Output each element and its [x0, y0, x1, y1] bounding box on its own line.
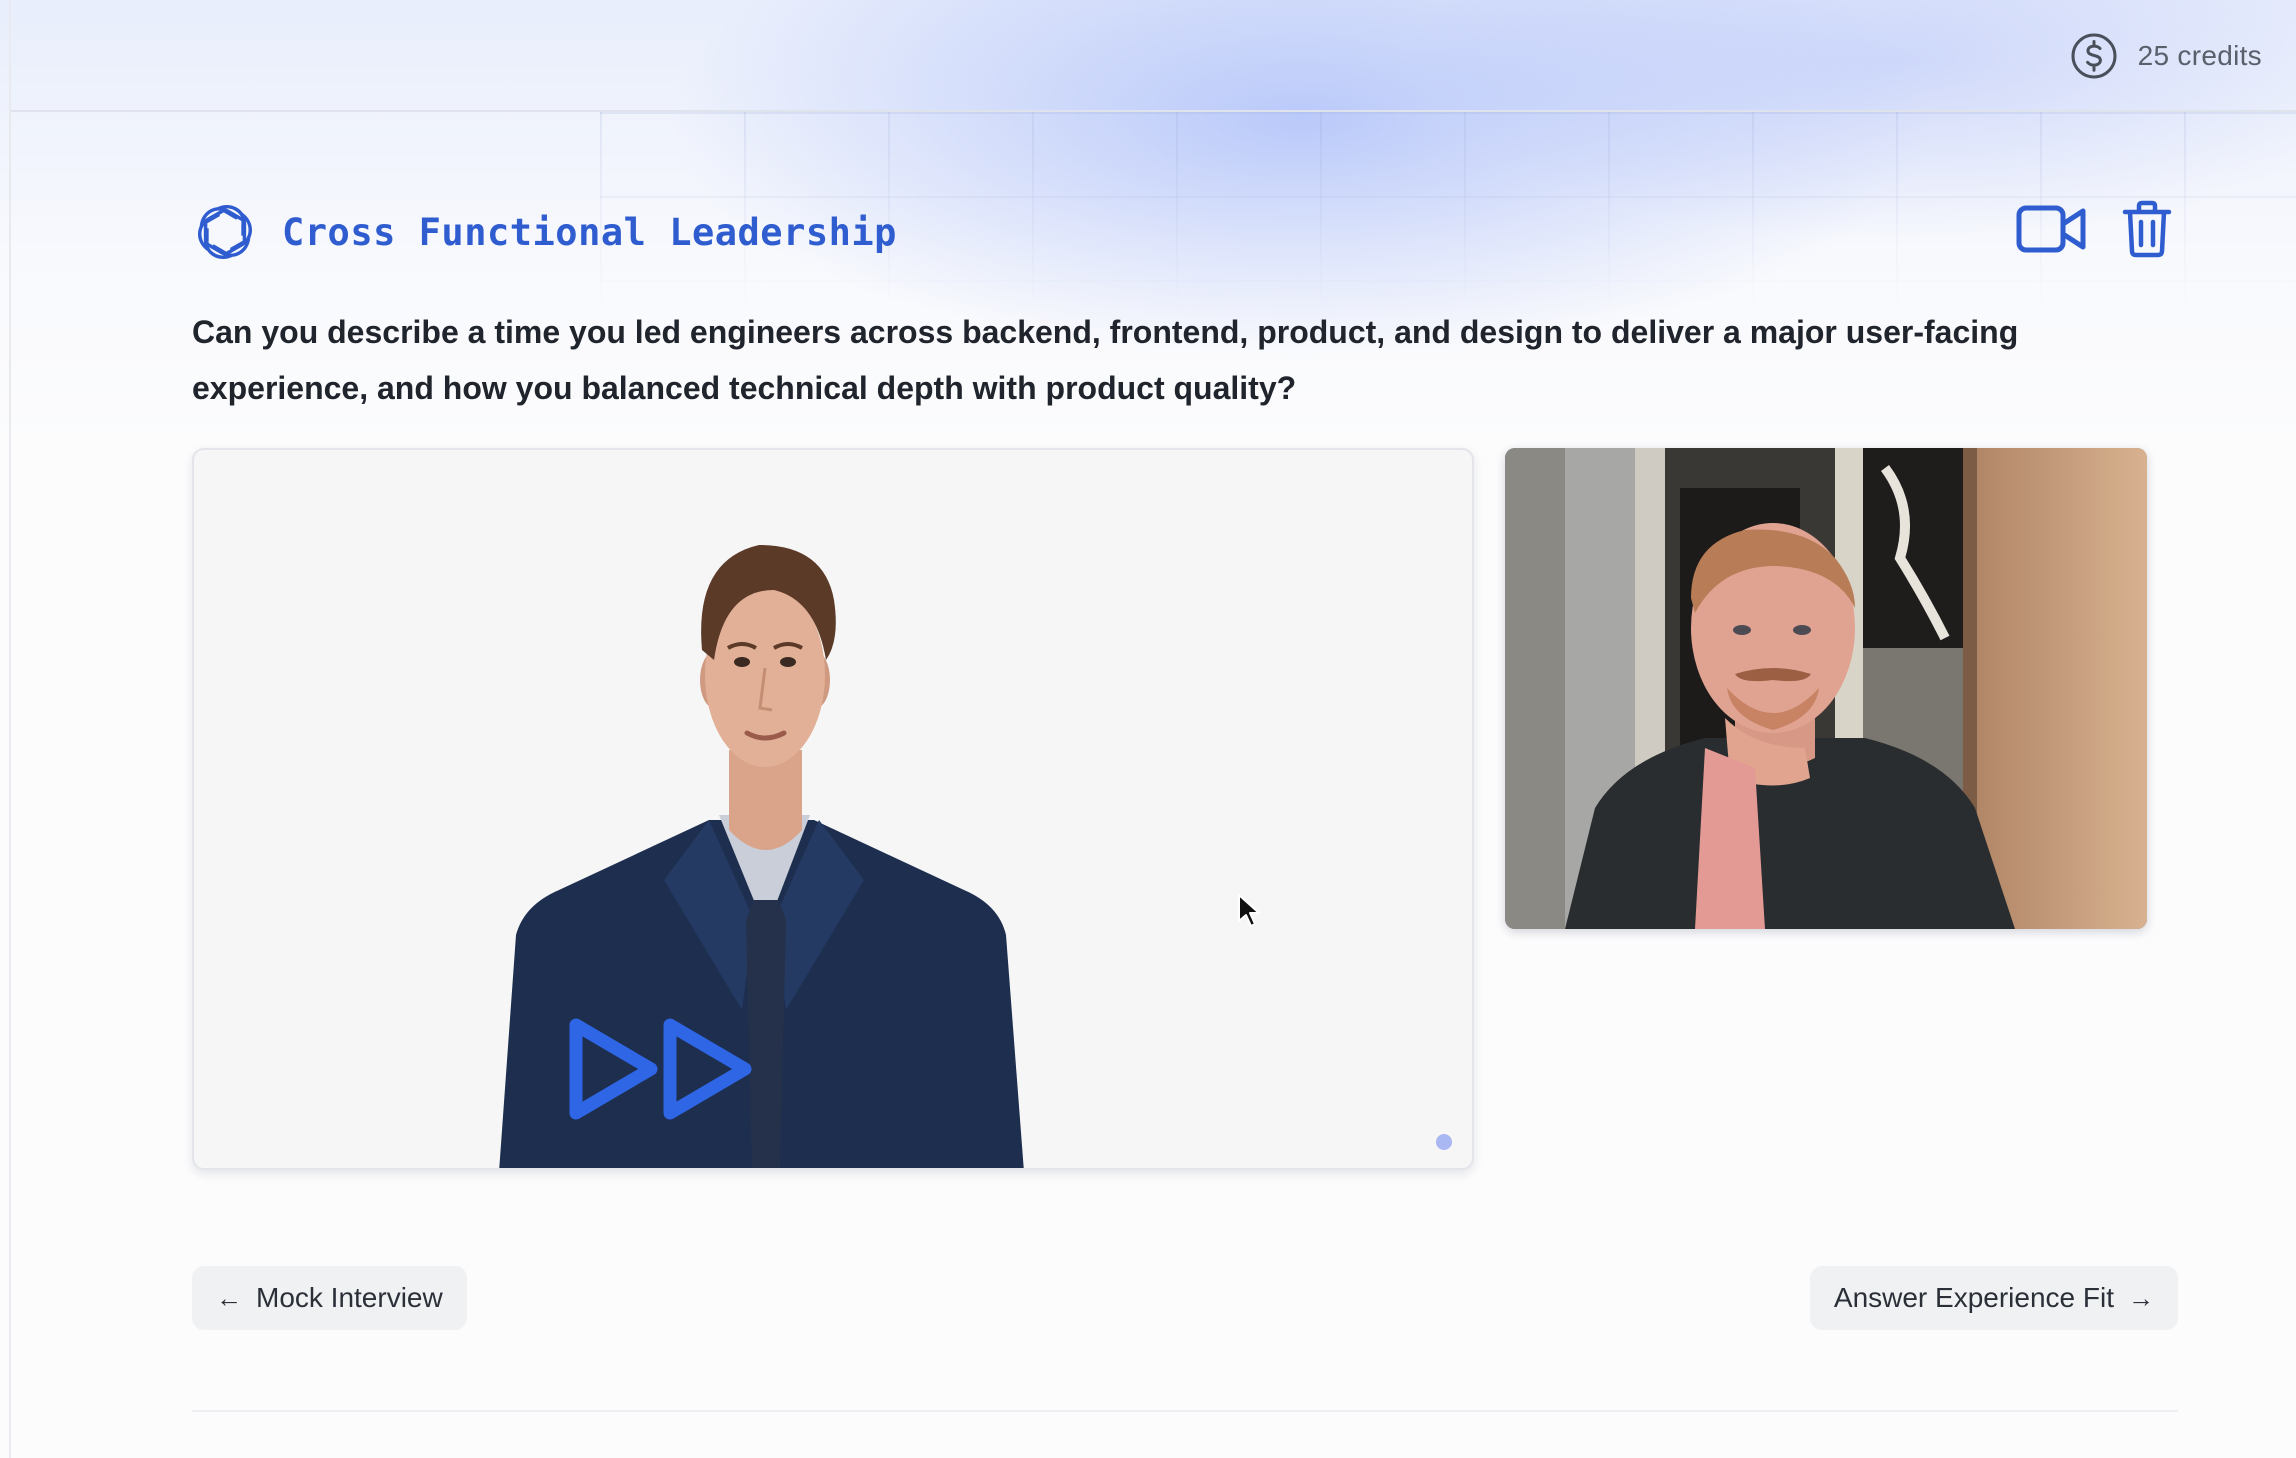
mouse-cursor-icon [1238, 894, 1260, 927]
question-text: Can you describe a time you led engineer… [192, 314, 2019, 406]
openai-logo-icon [197, 205, 253, 259]
top-bar: 25 credits [11, 0, 2296, 112]
footer-divider [192, 1410, 2178, 1412]
arrow-left-icon: ← [216, 1282, 242, 1313]
previous-question-button[interactable]: ← Mock Interview [192, 1266, 467, 1330]
interviewer-avatar [499, 545, 1452, 1168]
sidebar-divider [9, 0, 11, 1458]
credits-label: 25 credits [2137, 40, 2262, 71]
previous-question-label: Mock Interview [256, 1282, 443, 1313]
dollar-circle-icon [2071, 33, 2117, 79]
arrow-right-icon: → [2128, 1282, 2154, 1313]
question-title: Cross Functional Leadership [282, 210, 897, 254]
next-question-label: Answer Experience Fit [1833, 1282, 2114, 1313]
self-camera-feed [1505, 448, 2147, 929]
next-question-button[interactable]: Answer Experience Fit → [1809, 1266, 2178, 1330]
video-camera-icon[interactable] [2016, 202, 2088, 256]
app-window: 25 credits Cross Functional Leadership C… [0, 0, 2296, 1458]
credits-indicator[interactable]: 25 credits [2070, 32, 2262, 80]
question-header: Cross Functional Leadership [192, 198, 897, 266]
self-camera-video[interactable] [1505, 448, 2147, 929]
trash-icon[interactable] [2122, 200, 2172, 258]
interviewer-video[interactable] [192, 448, 1474, 1170]
recording-dot [1436, 1134, 1452, 1150]
question-actions [2016, 200, 2172, 258]
